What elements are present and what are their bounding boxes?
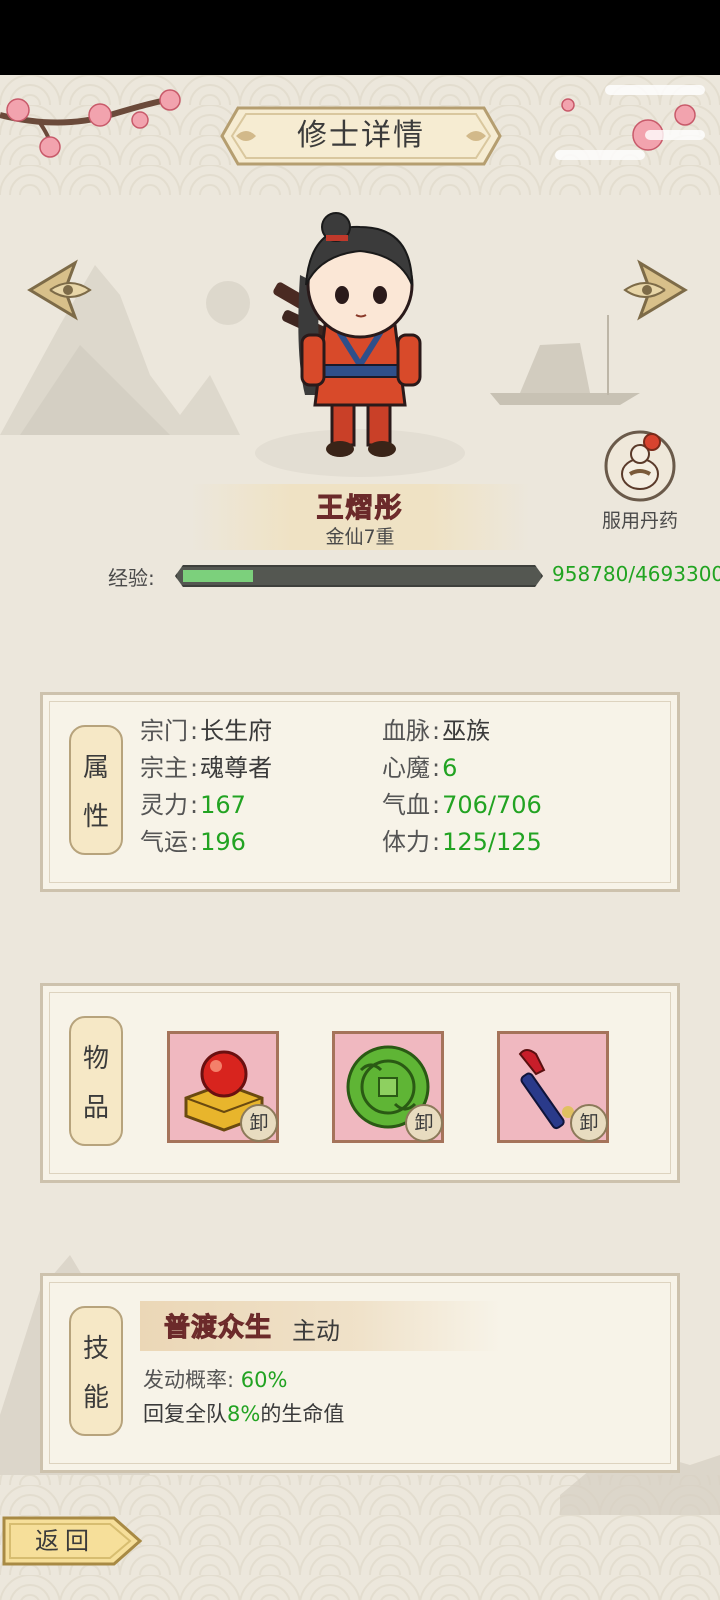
attr-row-sect-master: 宗主:魂尊者 (140, 754, 273, 782)
attr-row-bloodline: 血脉:巫族 (382, 717, 491, 745)
attributes-tag-char-1: 属 (82, 753, 109, 783)
attr-value: 6 (442, 754, 458, 782)
attr-key: 宗主 (140, 754, 188, 782)
attr-row-hp: 气血:706/706 (382, 791, 542, 819)
back-button[interactable]: 返回 (2, 1514, 144, 1568)
title-plate: 修士详情 (218, 104, 504, 168)
unequip-button[interactable]: 卸 (240, 1104, 278, 1142)
attr-value: 167 (200, 791, 246, 819)
exp-value: 958780/4693300 (552, 562, 720, 586)
back-label: 返回 (35, 1527, 95, 1555)
attr-value: 魂尊者 (200, 754, 273, 782)
item-slot-brush[interactable]: 卸 (497, 1031, 609, 1143)
attr-key: 宗门 (140, 717, 188, 745)
attr-row-luck: 气运:196 (140, 828, 246, 856)
consume-pill-button[interactable]: 服用丹药 (590, 430, 690, 532)
skill-tag-char-1: 技 (82, 1334, 109, 1364)
attr-value: 巫族 (442, 717, 491, 745)
skill-chance-value: 60% (240, 1368, 288, 1392)
attr-key: 体力 (382, 828, 430, 856)
attr-row-stamina: 体力:125/125 (382, 828, 542, 856)
skill-name: 普渡众生 (163, 1313, 273, 1344)
attributes-tag: 属 性 (69, 725, 123, 855)
attributes-panel: 属 性 宗门:长生府 血脉:巫族 宗主:魂尊者 心魔:6 灵力:167 气血:7… (40, 692, 680, 892)
attr-key: 血脉 (382, 717, 430, 745)
exp-progress-fill (183, 570, 253, 582)
page-title: 修士详情 (297, 118, 425, 153)
items-panel: 物 品 卸 卸 卸 (40, 983, 680, 1183)
attr-key: 气运 (140, 828, 188, 856)
attr-key: 灵力 (140, 791, 188, 819)
pill-gourd-icon (604, 430, 676, 502)
character-nameplate: 王熠彤 金仙7重 (190, 484, 530, 550)
skill-trigger-chance: 发动概率: 60% (143, 1364, 287, 1394)
skill-description: 回复全队8%的生命值 (143, 1402, 345, 1426)
character-rank: 金仙7重 (325, 526, 395, 548)
arrow-right-icon (623, 259, 688, 321)
attr-value: 196 (200, 828, 246, 856)
character-portrait (255, 212, 465, 477)
attr-row-sect: 宗门:长生府 (140, 717, 273, 745)
skill-type: 主动 (292, 1317, 340, 1345)
item-slot-seal[interactable]: 卸 (167, 1031, 279, 1143)
skill-header: 普渡众生 主动 (140, 1301, 500, 1351)
status-bar (0, 0, 720, 75)
item-slot-jade[interactable]: 卸 (332, 1031, 444, 1143)
skill-desc-value: 8% (227, 1402, 261, 1426)
arrow-left-icon (27, 259, 92, 321)
attr-row-inner-demon: 心魔:6 (382, 754, 458, 782)
character-name: 王熠彤 (316, 493, 404, 525)
items-tag-char-2: 品 (82, 1093, 109, 1123)
attr-key: 心魔 (382, 754, 430, 782)
attr-row-spirit-power: 灵力:167 (140, 791, 246, 819)
attr-value: 125/125 (442, 828, 542, 856)
attributes-tag-char-2: 性 (82, 802, 109, 832)
skill-chance-label: 发动概率: (143, 1368, 235, 1392)
attr-value: 706/706 (442, 791, 542, 819)
items-tag-char-1: 物 (82, 1044, 109, 1074)
exp-progress-bar (175, 565, 543, 587)
skill-tag: 技 能 (69, 1306, 123, 1436)
attr-value: 长生府 (200, 717, 273, 745)
skill-tag-char-2: 能 (82, 1383, 109, 1413)
unequip-button[interactable]: 卸 (405, 1104, 443, 1142)
items-tag: 物 品 (69, 1016, 123, 1146)
consume-pill-label: 服用丹药 (601, 510, 678, 532)
attr-key: 气血 (382, 791, 430, 819)
skill-panel: 技 能 普渡众生 主动 发动概率: 60% 回复全队8%的生命值 (40, 1273, 680, 1473)
unequip-button[interactable]: 卸 (570, 1104, 608, 1142)
previous-character-button[interactable] (20, 255, 100, 325)
next-character-button[interactable] (615, 255, 695, 325)
exp-label: 经验: (108, 566, 155, 590)
